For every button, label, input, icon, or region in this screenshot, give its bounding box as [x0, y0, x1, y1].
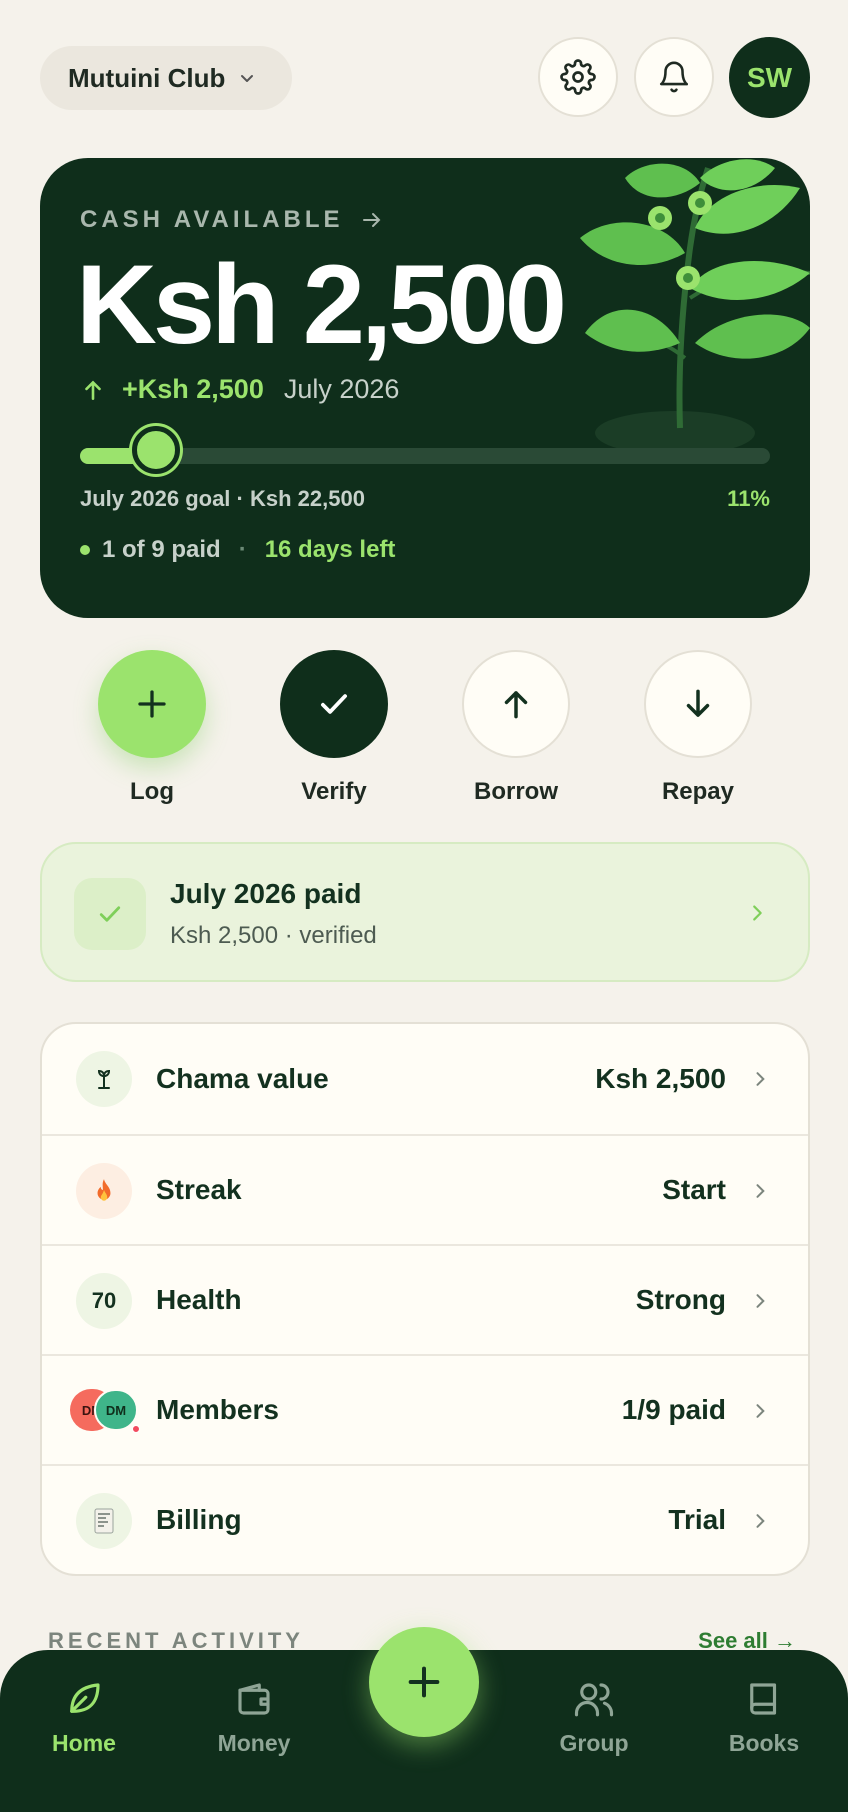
- cash-available-label: CASH AVAILABLE: [80, 206, 384, 234]
- user-avatar[interactable]: SW: [729, 37, 810, 118]
- fire-icon: [76, 1163, 132, 1219]
- chevron-right-icon: [756, 1294, 765, 1308]
- users-icon: [574, 1683, 614, 1717]
- health-score-badge: 70: [76, 1273, 132, 1329]
- book-icon: [750, 1683, 777, 1715]
- cash-delta: +Ksh 2,500 July 2026: [80, 374, 399, 405]
- arrow-down-icon: [686, 689, 710, 717]
- arrow-right-icon: [362, 213, 380, 227]
- log-action[interactable]: Log: [98, 650, 206, 806]
- verify-label: Verify: [301, 778, 367, 805]
- days-left: 16 days left: [264, 536, 396, 563]
- delta-amount: +Ksh 2,500: [122, 374, 264, 404]
- member-avatar: DM: [94, 1389, 138, 1431]
- chevron-right-icon: [756, 1514, 765, 1528]
- row-label: Billing: [156, 1504, 242, 1535]
- plant-icon: [76, 1051, 132, 1107]
- paid-count: 1 of 9 paid: [102, 536, 221, 563]
- verify-button[interactable]: [280, 650, 388, 758]
- row-label: Chama value: [156, 1063, 329, 1094]
- banner-title: July 2026 paid: [170, 878, 362, 909]
- notifications-button[interactable]: [634, 37, 714, 117]
- borrow-label: Borrow: [474, 778, 558, 805]
- status-dot: [80, 545, 90, 555]
- row-value: 1/9 paid: [621, 1394, 726, 1425]
- wallet-icon: [238, 1683, 270, 1715]
- plus-icon: [408, 1666, 440, 1698]
- row-value: Trial: [668, 1504, 726, 1535]
- check-icon: [99, 906, 121, 922]
- repay-label: Repay: [661, 778, 735, 805]
- borrow-button[interactable]: [462, 650, 570, 758]
- nav-label: Group: [559, 1730, 629, 1756]
- chevron-right-icon: [756, 1072, 765, 1086]
- streak-row[interactable]: Streak Start: [42, 1134, 808, 1244]
- nav-label: Home: [52, 1730, 116, 1756]
- nav-money[interactable]: Money: [194, 1678, 314, 1757]
- plus-icon: [138, 690, 166, 718]
- add-fab-button[interactable]: [369, 1627, 479, 1737]
- check-icon: [321, 694, 347, 714]
- delta-month: July 2026: [283, 374, 400, 404]
- row-label: Streak: [156, 1174, 242, 1205]
- log-button[interactable]: [98, 650, 206, 758]
- log-label: Log: [130, 778, 174, 805]
- status-dot: [132, 1425, 140, 1433]
- leaf-icon: [70, 1683, 100, 1713]
- arrow-up-icon: [504, 691, 528, 719]
- chevron-right-icon: [756, 1404, 765, 1418]
- borrow-action[interactable]: Borrow: [462, 650, 570, 806]
- chama-value-row[interactable]: Chama value Ksh 2,500: [42, 1024, 808, 1134]
- goal-text: July 2026 goal · Ksh 22,500: [80, 486, 365, 511]
- row-label: Health: [156, 1284, 242, 1315]
- banner-icon-box: [74, 878, 146, 950]
- separator: ·: [238, 536, 247, 563]
- paid-status-row: 1 of 9 paid · 16 days left: [80, 536, 395, 564]
- goal-percent: 11%: [727, 486, 770, 511]
- goal-progress-bar: [80, 426, 770, 474]
- nav-home[interactable]: Home: [24, 1678, 144, 1757]
- row-value: Ksh 2,500: [595, 1063, 726, 1094]
- bell-icon: [659, 61, 689, 93]
- goal-progress-knob: [131, 426, 180, 474]
- repay-button[interactable]: [644, 650, 752, 758]
- repay-action[interactable]: Repay: [644, 650, 752, 806]
- nav-group[interactable]: Group: [534, 1678, 654, 1757]
- nav-label: Books: [728, 1730, 800, 1756]
- club-selector[interactable]: Mutuini Club: [40, 46, 292, 110]
- nav-label: Money: [217, 1730, 291, 1756]
- row-value: Start: [662, 1174, 726, 1205]
- chevron-right-icon: [753, 905, 762, 921]
- arrow-up-icon: [85, 380, 101, 400]
- month-paid-banner[interactable]: July 2026 paid Ksh 2,500 · verified: [40, 842, 810, 982]
- club-name: Mutuini Club: [68, 62, 226, 93]
- cash-amount: Ksh 2,500: [76, 242, 567, 367]
- plant-illustration-icon: [580, 159, 810, 455]
- banner-subtitle: Ksh 2,500 · verified: [170, 922, 377, 949]
- billing-row[interactable]: Billing Trial: [42, 1464, 808, 1574]
- receipt-icon: [76, 1493, 132, 1549]
- row-label: Members: [156, 1394, 279, 1425]
- row-value: Strong: [635, 1284, 726, 1315]
- summary-list: Chama value Ksh 2,500 Streak Start 70 He…: [40, 1022, 810, 1576]
- settings-button[interactable]: [538, 37, 618, 117]
- members-row[interactable]: DM DM Members 1/9 paid: [42, 1354, 808, 1464]
- chevron-down-icon: [241, 75, 254, 82]
- health-row[interactable]: 70 Health Strong: [42, 1244, 808, 1354]
- chevron-right-icon: [756, 1184, 765, 1198]
- nav-books[interactable]: Books: [704, 1678, 824, 1757]
- cash-available-card[interactable]: CASH AVAILABLE Ksh 2,500 +Ksh 2,500 July…: [40, 158, 810, 618]
- verify-action[interactable]: Verify: [280, 650, 388, 806]
- gear-icon: [560, 59, 596, 95]
